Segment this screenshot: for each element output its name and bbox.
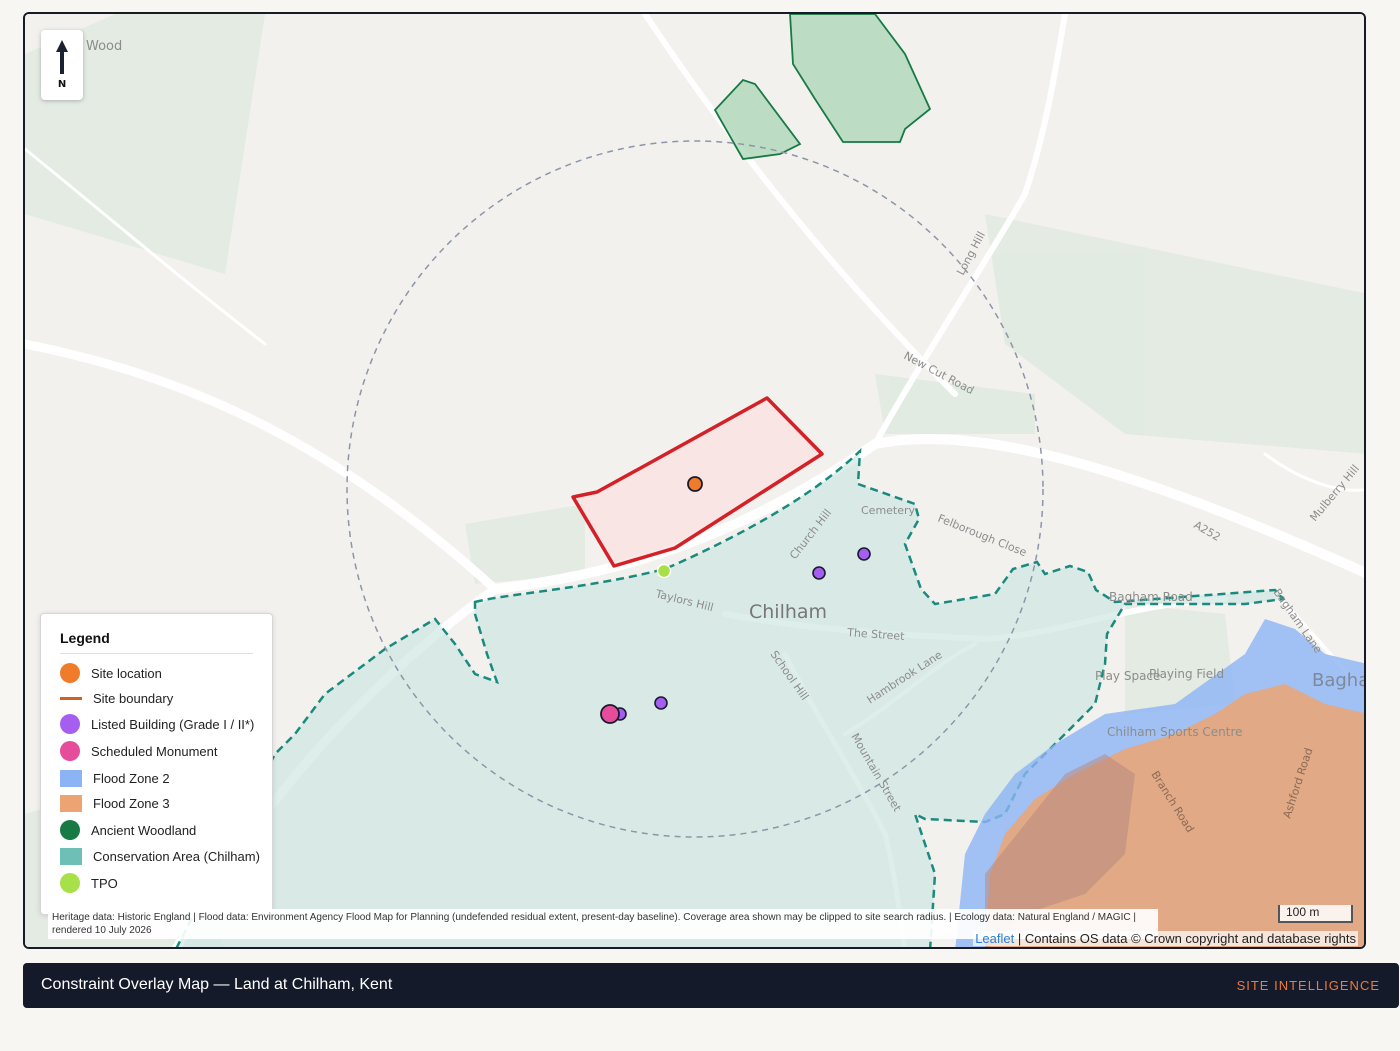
listed-building-marker: [812, 566, 826, 580]
map-title: Constraint Overlay Map — Land at Chilham…: [41, 976, 393, 993]
label-bagham-road: Bagham Road: [1109, 590, 1193, 604]
map-frame[interactable]: Wood Long Hill New Cut Road Cemetery Fel…: [23, 12, 1366, 949]
legend: Legend Site location Site boundary Listed …: [40, 613, 273, 915]
brand-label: SITE INTELLIGENCE: [1236, 978, 1380, 993]
scale-bar: 100 m: [1278, 905, 1353, 923]
legend-item: Site boundary: [60, 687, 173, 709]
legend-item: Listed Building (Grade I / II*): [60, 713, 254, 735]
legend-item: Flood Zone 2: [60, 767, 170, 789]
site-location-marker: [687, 476, 703, 492]
legend-swatch: [60, 696, 82, 700]
legend-swatch: [60, 663, 80, 683]
north-arrow: N: [41, 30, 83, 100]
legend-swatch: [60, 873, 80, 893]
legend-swatch: [60, 820, 80, 840]
leaflet-link[interactable]: Leaflet: [975, 931, 1014, 946]
north-arrow-icon: [56, 40, 68, 74]
legend-item: Scheduled Monument: [60, 740, 217, 762]
legend-label: Conservation Area (Chilham): [93, 848, 260, 864]
legend-label: Flood Zone 2: [93, 770, 170, 786]
label-bagham: Bagham: [1312, 670, 1366, 691]
listed-building-marker: [654, 696, 668, 710]
legend-swatch: [60, 794, 82, 812]
north-label: N: [57, 79, 67, 90]
footer-bar: Constraint Overlay Map — Land at Chilham…: [23, 963, 1399, 1008]
label-chilham: Chilham: [749, 601, 827, 623]
legend-label: Site boundary: [93, 690, 174, 706]
tpo-marker: [656, 563, 672, 579]
label-sports-centre: Chilham Sports Centre: [1107, 725, 1243, 739]
map-copyright: Leaflet | Contains OS data © Crown copyr…: [973, 931, 1358, 946]
legend-item: Flood Zone 3: [60, 792, 170, 814]
legend-item: Site location: [60, 662, 162, 684]
copyright-text: | Contains OS data © Crown copyright and…: [1014, 931, 1356, 946]
legend-swatch: [60, 769, 82, 787]
legend-label: Ancient Woodland: [91, 822, 197, 838]
legend-title: Legend: [60, 630, 110, 646]
scheduled-monument-marker: [600, 704, 620, 724]
legend-swatch: [60, 741, 80, 761]
label-wood: Wood: [86, 39, 122, 54]
legend-label: Scheduled Monument: [91, 743, 218, 759]
listed-building-marker: [857, 547, 871, 561]
label-play-space: Play Space: [1095, 669, 1160, 683]
legend-label: Listed Building (Grade I / II*): [91, 716, 255, 732]
legend-item: Ancient Woodland: [60, 819, 196, 841]
label-cemetery: Cemetery: [861, 504, 916, 517]
legend-item: TPO: [60, 872, 118, 894]
legend-swatch: [60, 847, 82, 865]
legend-label: TPO: [91, 875, 118, 891]
legend-swatch: [60, 714, 80, 734]
legend-label: Flood Zone 3: [93, 795, 170, 811]
legend-label: Site location: [91, 665, 162, 681]
legend-item: Conservation Area (Chilham): [60, 845, 260, 867]
